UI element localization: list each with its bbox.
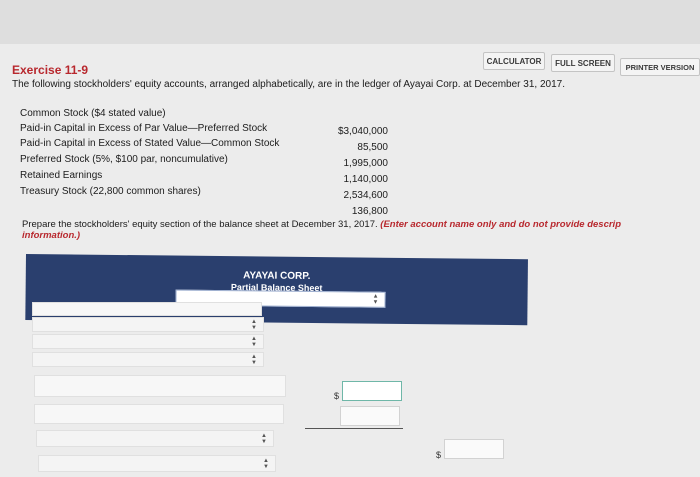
account-select[interactable]: ▲ ▼ bbox=[32, 317, 264, 332]
prepare-hint: (Enter account name only and do not prov… bbox=[380, 219, 621, 230]
prepare-instructions: Prepare the stockholders' equity section… bbox=[22, 219, 621, 241]
top-band bbox=[0, 0, 700, 44]
account-select[interactable]: ▲ ▼ bbox=[38, 455, 276, 472]
account-select[interactable]: ▲ ▼ bbox=[32, 352, 264, 367]
account-select[interactable]: ▲ ▼ bbox=[36, 430, 274, 447]
chevron-up-down-icon: ▲ ▼ bbox=[372, 293, 379, 306]
chevron-up-down-icon: ▲ ▼ bbox=[251, 318, 257, 331]
amount-input[interactable] bbox=[342, 381, 402, 401]
chevron-up-down-icon: ▲ ▼ bbox=[261, 432, 267, 445]
account-name: Paid-in Capital in Excess of Stated Valu… bbox=[20, 138, 280, 149]
total-underline bbox=[305, 428, 403, 429]
account-name-field[interactable] bbox=[32, 302, 262, 316]
account-value: 1,995,000 bbox=[343, 158, 389, 169]
chevron-up-down-icon: ▲ ▼ bbox=[263, 457, 269, 470]
account-name: Common Stock ($4 stated value) bbox=[20, 108, 166, 119]
account-name: Retained Earnings bbox=[20, 170, 103, 181]
chevron-up-down-icon: ▲ ▼ bbox=[251, 353, 257, 366]
account-name-field[interactable] bbox=[34, 375, 286, 397]
account-select[interactable]: ▲ ▼ bbox=[32, 334, 264, 349]
account-value: $3,040,000 bbox=[337, 126, 388, 137]
exercise-instructions: The following stockholders' equity accou… bbox=[12, 79, 565, 90]
account-value: 136,800 bbox=[351, 206, 388, 217]
chevron-up-down-icon: ▲ ▼ bbox=[251, 335, 257, 348]
account-value: 2,534,600 bbox=[343, 190, 389, 201]
exercise-title: Exercise 11-9 bbox=[12, 63, 89, 77]
currency-symbol: $ bbox=[436, 450, 442, 460]
account-name: Treasury Stock (22,800 common shares) bbox=[20, 186, 201, 197]
currency-symbol: $ bbox=[334, 391, 340, 401]
account-value: 1,140,000 bbox=[343, 174, 389, 185]
account-name: Preferred Stock (5%, $100 par, noncumula… bbox=[20, 154, 228, 165]
prepare-text: Prepare the stockholders' equity section… bbox=[22, 219, 378, 230]
prepare-hint-continued: information.) bbox=[22, 230, 81, 241]
printer-version-button[interactable]: PRINTER VERSION bbox=[620, 58, 700, 76]
amount-input[interactable] bbox=[340, 406, 400, 426]
total-amount-input[interactable] bbox=[444, 439, 504, 459]
account-name-field[interactable] bbox=[34, 404, 284, 424]
full-screen-button[interactable]: FULL SCREEN bbox=[551, 54, 615, 72]
calculator-button[interactable]: CALCULATOR bbox=[483, 52, 545, 70]
account-value: 85,500 bbox=[357, 142, 388, 153]
account-name: Paid-in Capital in Excess of Par Value—P… bbox=[20, 123, 268, 134]
